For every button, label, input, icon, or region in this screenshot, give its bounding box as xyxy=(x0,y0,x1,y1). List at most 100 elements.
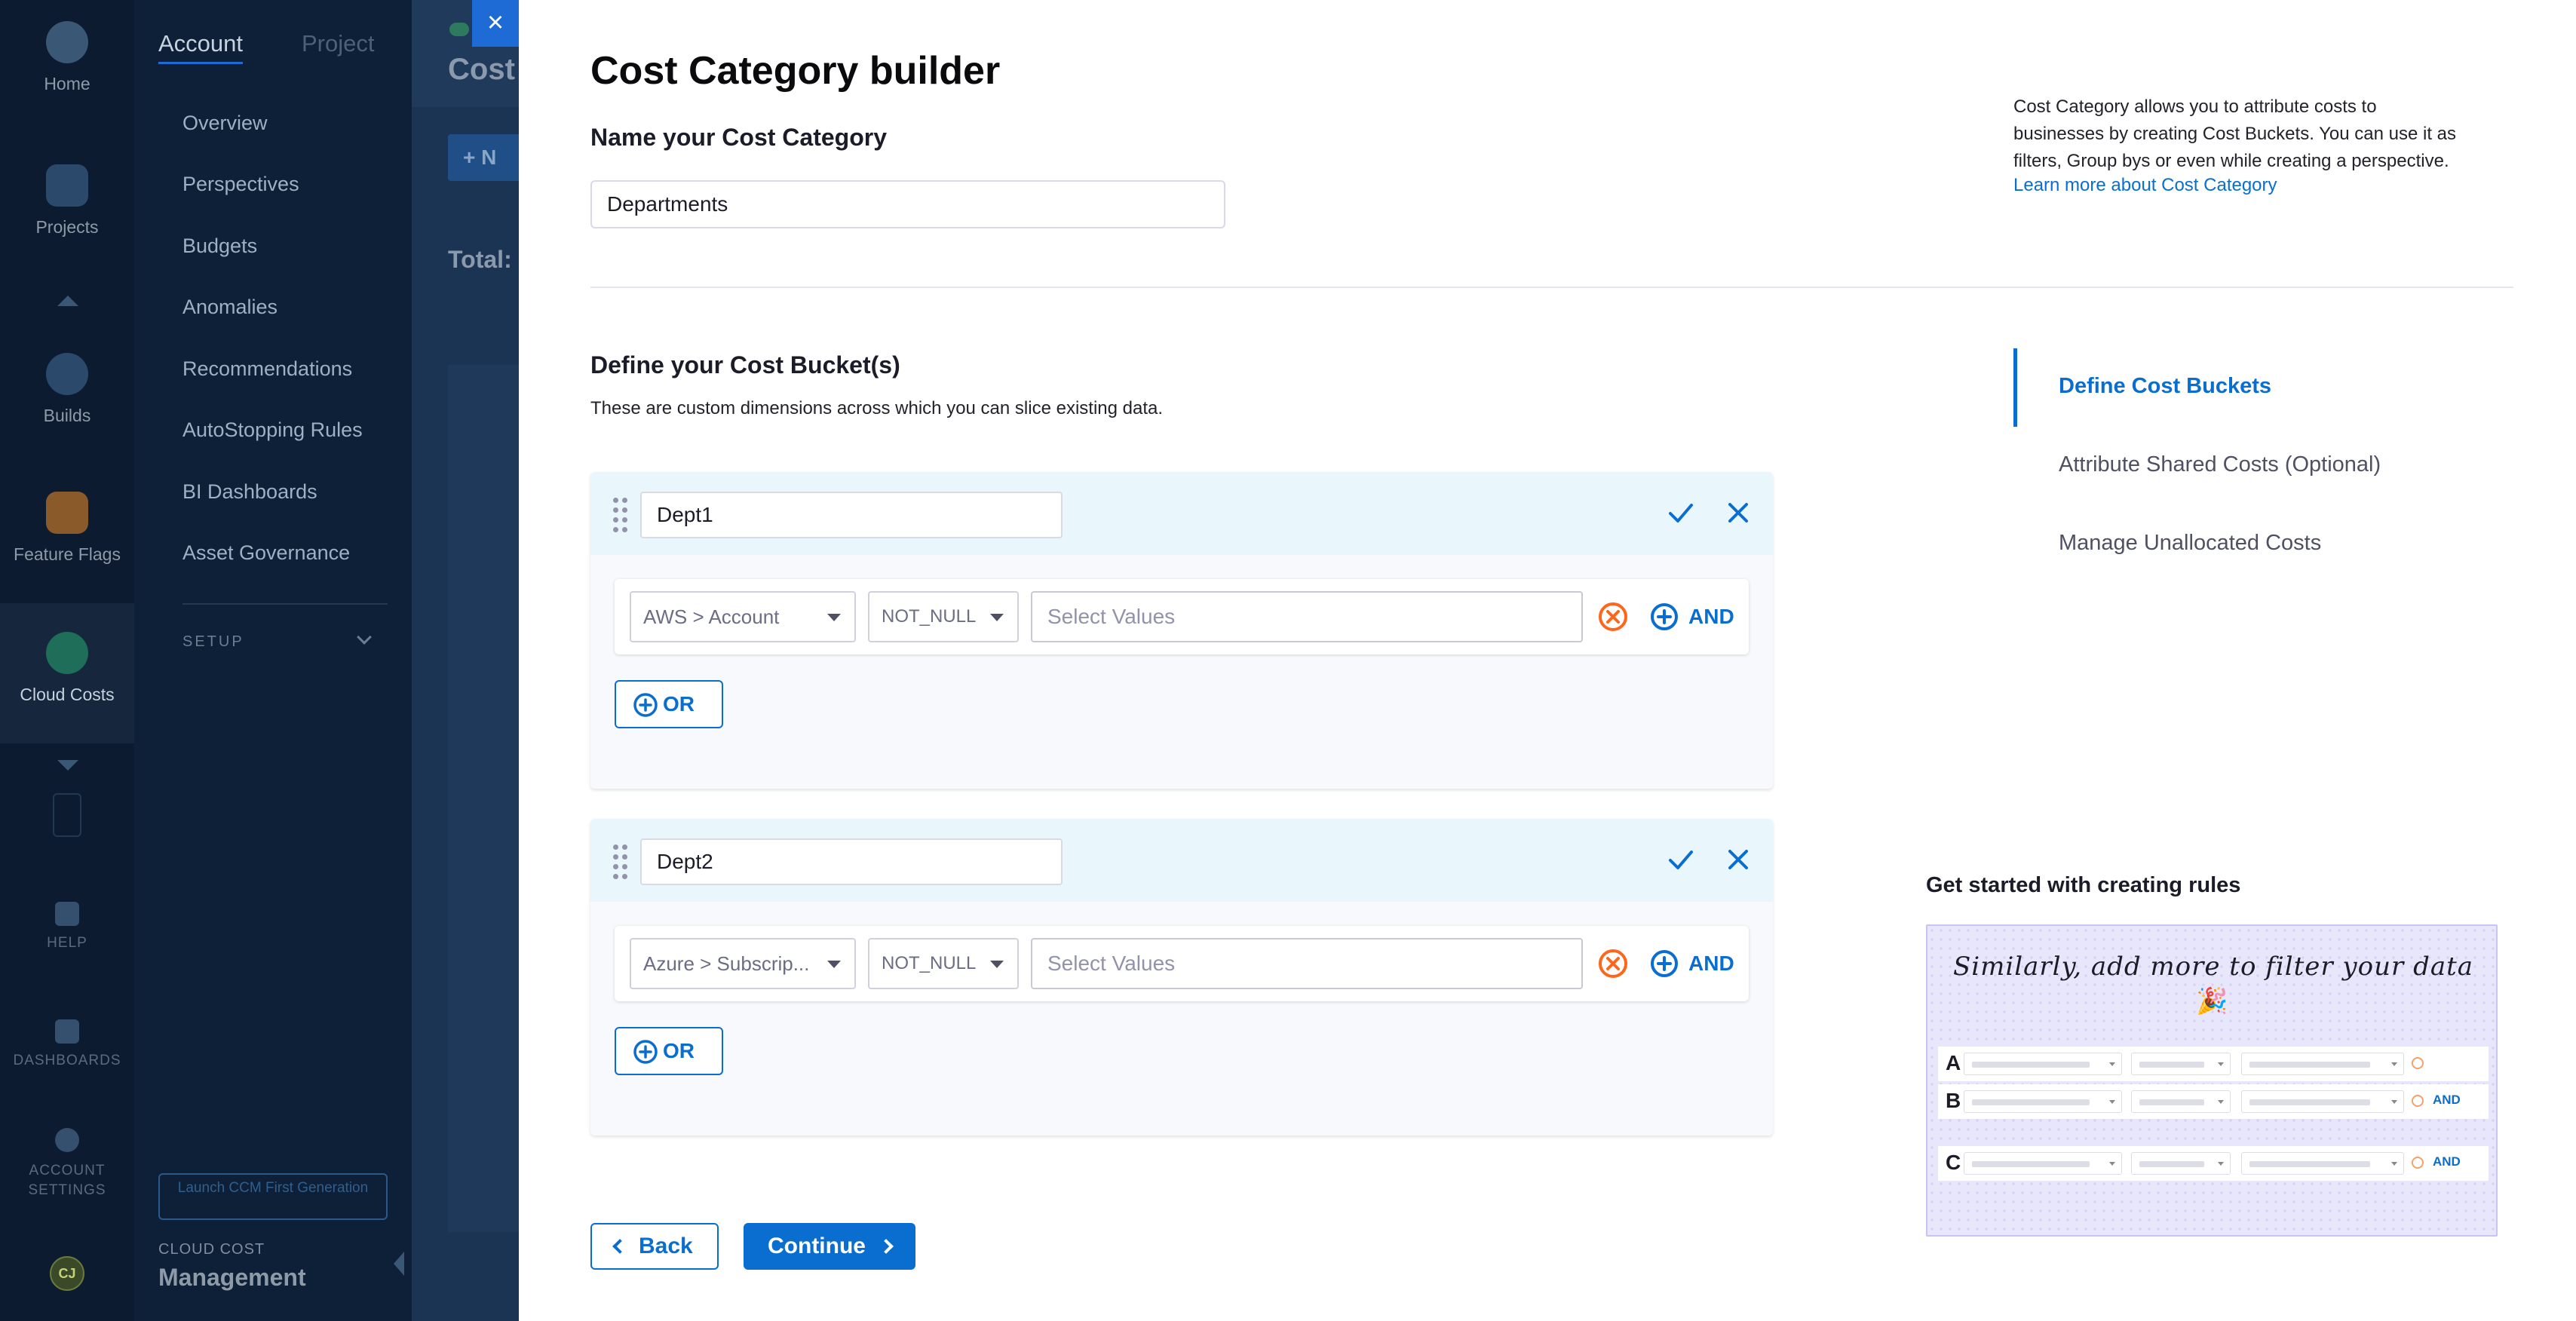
chevron-down-icon[interactable] xyxy=(357,630,372,645)
settings-icon xyxy=(55,1128,79,1152)
rail-item-feature-flags[interactable]: Feature Flags xyxy=(0,492,134,565)
plus-circle-icon xyxy=(1651,603,1678,630)
caret-down-icon xyxy=(990,961,1004,968)
operator-dropdown[interactable]: NOT_NULL xyxy=(868,938,1019,989)
remove-icon xyxy=(2412,1157,2424,1169)
nav-item-recommendations[interactable]: Recommendations xyxy=(182,357,352,381)
nav-item-autostopping-rules[interactable]: AutoStopping Rules xyxy=(182,418,363,442)
mock-and-label: AND xyxy=(2433,1093,2461,1107)
rail-item-account-settings[interactable]: ACCOUNT SETTINGS xyxy=(0,1128,134,1200)
close-drawer-button[interactable]: × xyxy=(472,0,519,47)
harness-logo-icon xyxy=(46,21,88,63)
avatar[interactable]: CJ xyxy=(50,1256,84,1291)
illustration-row-b: B AND xyxy=(1938,1084,2489,1119)
learn-more-link[interactable]: Learn more about Cost Category xyxy=(2013,175,2277,196)
nav-item-perspectives[interactable]: Perspectives xyxy=(182,173,299,196)
operator-dropdown-value: NOT_NULL xyxy=(882,606,977,627)
rail-item-help[interactable]: HELP xyxy=(0,902,134,952)
field-dropdown[interactable]: AWS > Account xyxy=(630,591,856,642)
remove-condition-icon[interactable] xyxy=(1596,600,1630,633)
select-values-input[interactable] xyxy=(1031,591,1583,642)
tab-account[interactable]: Account xyxy=(158,30,244,64)
back-button[interactable]: Back xyxy=(590,1223,719,1270)
launch-ccm-button[interactable]: Launch CCM First Generation xyxy=(158,1173,388,1220)
remove-icon xyxy=(2412,1095,2424,1107)
bucket-name-input[interactable] xyxy=(640,492,1063,538)
chevron-left-icon xyxy=(612,1239,627,1254)
illustration-row-c: C AND xyxy=(1938,1146,2489,1181)
plus-circle-icon xyxy=(1651,950,1678,977)
row-letter: B xyxy=(1946,1089,1961,1112)
page-title: Cost Category builder xyxy=(590,49,1001,93)
step-attribute-shared-costs[interactable]: Attribute Shared Costs (Optional) xyxy=(2059,452,2381,477)
mock-dropdown xyxy=(1964,1152,2122,1175)
confirm-check-icon[interactable] xyxy=(1663,841,1699,878)
and-label: AND xyxy=(1688,605,1734,628)
rail-label-feature-flags: Feature Flags xyxy=(14,544,121,564)
tab-project[interactable]: Project xyxy=(302,30,374,57)
bucket-name-input[interactable] xyxy=(640,838,1063,885)
illustration-row-a: A xyxy=(1938,1047,2489,1081)
discard-close-icon[interactable] xyxy=(1720,841,1756,878)
continue-button[interactable]: Continue xyxy=(744,1223,915,1270)
nav-item-budgets[interactable]: Budgets xyxy=(182,234,257,258)
row-letter: A xyxy=(1946,1051,1961,1074)
add-or-condition-button[interactable]: OR xyxy=(615,680,723,728)
select-values-input[interactable] xyxy=(1031,938,1583,989)
rail-item-projects[interactable]: Projects xyxy=(0,164,134,238)
chevron-right-icon xyxy=(879,1239,894,1254)
bucket-header xyxy=(590,472,1773,555)
rail-item-cloud-costs[interactable]: Cloud Costs xyxy=(0,632,134,705)
nav-item-asset-governance[interactable]: Asset Governance xyxy=(182,541,350,565)
discard-close-icon[interactable] xyxy=(1720,495,1756,531)
plus-circle-icon xyxy=(633,693,658,717)
rail-label-builds: Builds xyxy=(43,406,91,425)
confirm-check-icon[interactable] xyxy=(1663,495,1699,531)
mock-and-label: AND xyxy=(2433,1154,2461,1169)
collapse-up-icon[interactable] xyxy=(57,296,78,306)
mock-dropdown xyxy=(2241,1053,2404,1075)
add-and-condition-button[interactable]: AND xyxy=(1649,947,1734,980)
collapse-nav-icon[interactable] xyxy=(394,1252,404,1276)
drag-handle-icon[interactable] xyxy=(613,844,630,879)
info-description: Cost Category allows you to attribute co… xyxy=(2013,97,2457,171)
remove-condition-icon[interactable] xyxy=(1596,947,1630,980)
nav-item-overview[interactable]: Overview xyxy=(182,112,268,135)
help-icon xyxy=(55,902,79,926)
cost-category-name-input[interactable] xyxy=(590,180,1225,228)
rules-illustration: Similarly, add more to filter your data … xyxy=(1926,924,2498,1237)
rail-item-home[interactable]: Home xyxy=(0,21,134,94)
add-and-condition-button[interactable]: AND xyxy=(1649,600,1734,633)
cost-category-drawer: Cost Category builder Name your Cost Cat… xyxy=(519,0,2576,1321)
bg-list xyxy=(448,365,519,1232)
or-label: OR xyxy=(663,692,695,716)
bucket-header xyxy=(590,819,1773,902)
drag-handle-icon[interactable] xyxy=(613,498,630,532)
nav-footer-small: CLOUD COST xyxy=(158,1241,265,1258)
dollar-cloud-icon xyxy=(46,632,88,674)
step-manage-unallocated-costs[interactable]: Manage Unallocated Costs xyxy=(2059,531,2321,556)
rail-item-dashboards[interactable]: DASHBOARDS xyxy=(0,1019,134,1069)
caret-down-icon xyxy=(827,961,841,968)
apps-grid-icon[interactable] xyxy=(53,793,81,837)
mock-dropdown xyxy=(2131,1090,2231,1113)
nav-setup-header[interactable]: SETUP xyxy=(182,633,244,651)
nav-item-bi-dashboards[interactable]: BI Dashboards xyxy=(182,480,317,504)
step-define-cost-buckets[interactable]: Define Cost Buckets xyxy=(2059,374,2271,399)
cost-bucket-2: Azure > Subscrip... NOT_NULL AND OR xyxy=(590,819,1773,1136)
collapse-down-icon[interactable] xyxy=(57,760,78,771)
operator-dropdown[interactable]: NOT_NULL xyxy=(868,591,1019,642)
add-or-condition-button[interactable]: OR xyxy=(615,1027,723,1075)
or-label: OR xyxy=(663,1039,695,1062)
rail-label-cloud-costs: Cloud Costs xyxy=(20,685,115,704)
rail-label-help: HELP xyxy=(47,935,87,951)
nav-item-anomalies[interactable]: Anomalies xyxy=(182,296,278,319)
cloud-icon xyxy=(449,23,469,36)
background-page: Cost + N Total: xyxy=(412,0,519,1321)
nav-divider xyxy=(182,603,388,605)
field-dropdown[interactable]: Azure > Subscrip... xyxy=(630,938,856,989)
bg-new-button: + N xyxy=(448,134,519,181)
rail-item-builds[interactable]: Builds xyxy=(0,353,134,426)
remove-icon xyxy=(2412,1057,2424,1069)
back-label: Back xyxy=(639,1234,693,1258)
